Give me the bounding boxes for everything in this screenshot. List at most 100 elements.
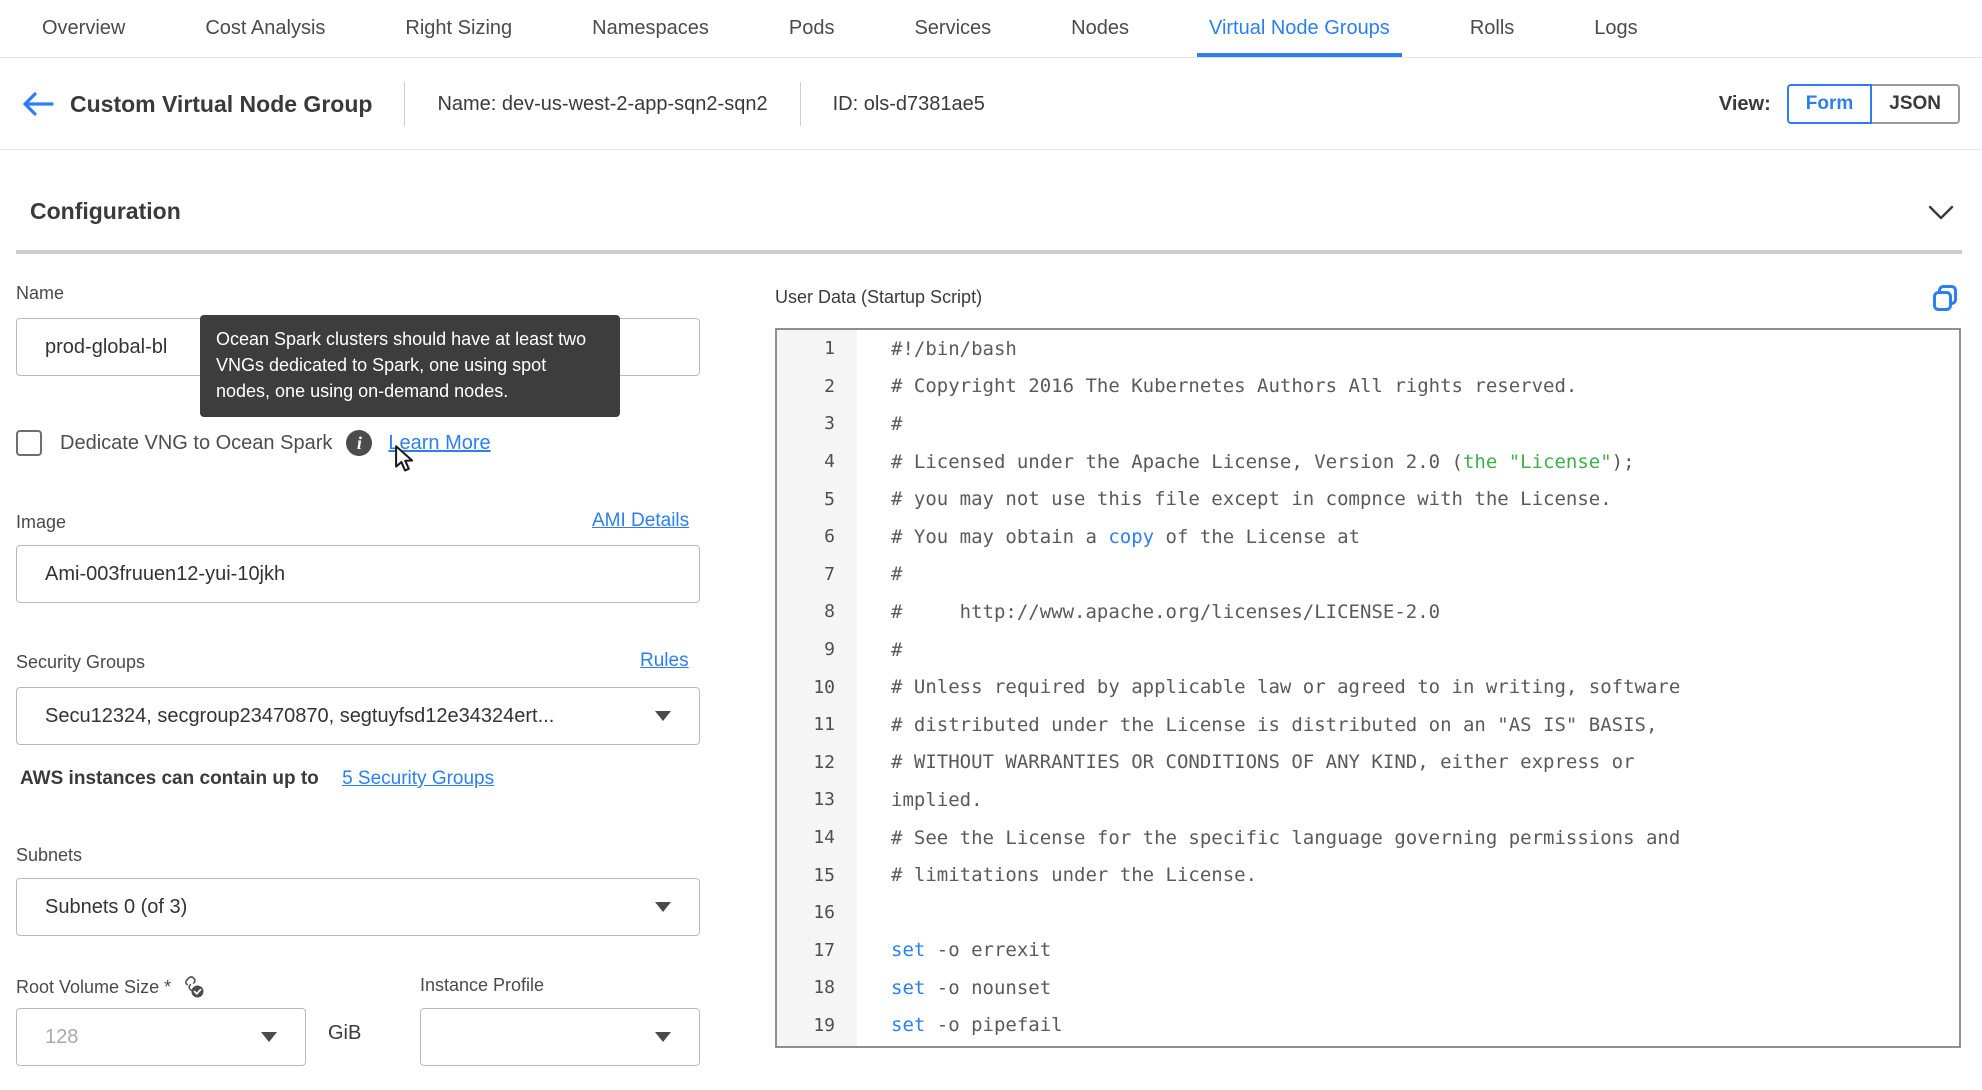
code-text: # Copyright 2016 The Kubernetes Authors … xyxy=(891,375,1578,398)
line-number: 10 xyxy=(777,668,857,706)
code-text: # http://www.apache.org/licenses/LICENSE… xyxy=(891,600,1441,623)
security-groups-label: Security Groups xyxy=(16,652,146,672)
tab-namespaces[interactable]: Namespaces xyxy=(580,0,721,57)
code-line: 9 # xyxy=(777,630,1959,669)
line-number: 9 xyxy=(777,630,857,669)
vng-id: ID: ols-d7381ae5 xyxy=(832,92,985,115)
line-number: 13 xyxy=(777,781,857,819)
view-form-button[interactable]: Form xyxy=(1786,84,1873,124)
line-number: 5 xyxy=(777,480,857,518)
caret-down-icon xyxy=(261,1032,277,1042)
dedicate-vng-checkbox[interactable] xyxy=(16,430,42,456)
tab-bar: Overview Cost Analysis Right Sizing Namespa… xyxy=(0,0,1982,58)
code-text: # distributed under the License is distr… xyxy=(891,713,1658,736)
instance-profile-select[interactable] xyxy=(420,1008,700,1066)
ami-details-link[interactable]: AMI Details xyxy=(592,510,689,532)
info-icon[interactable]: i xyxy=(346,430,373,456)
code-line: 16 xyxy=(777,893,1959,932)
line-number: 16 xyxy=(777,893,857,932)
code-line: 14 # See the License for the specific lan… xyxy=(777,818,1959,857)
name-field-label: Name xyxy=(16,283,65,303)
gib-unit-label: GiB xyxy=(328,1022,362,1044)
dedicate-vng-label: Dedicate VNG to Ocean Spark xyxy=(60,431,333,454)
line-number: 8 xyxy=(777,593,857,631)
image-field-label: Image xyxy=(16,512,67,532)
line-number: 19 xyxy=(777,1006,857,1045)
hint-text: AWS instances can contain up to xyxy=(20,768,319,789)
tab-pods[interactable]: Pods xyxy=(777,0,847,57)
tab-rolls[interactable]: Rolls xyxy=(1458,0,1526,57)
mouse-cursor xyxy=(395,445,414,472)
security-groups-hint: AWS instances can contain up to 5 Securi… xyxy=(20,768,494,790)
view-json-button[interactable]: JSON xyxy=(1870,84,1960,124)
code-text: # Unless required by applicable law or a… xyxy=(891,676,1681,699)
root-volume-size-select[interactable]: 128 xyxy=(16,1008,306,1066)
line-number: 18 xyxy=(777,969,857,1007)
code-lines: 1 #!/bin/bash 2 # Copyright 2016 The Kubern… xyxy=(777,330,1959,1045)
tab-right-sizing[interactable]: Right Sizing xyxy=(393,0,524,57)
five-security-groups-link[interactable]: 5 Security Groups xyxy=(342,768,494,789)
line-number: 12 xyxy=(777,743,857,782)
rules-link[interactable]: Rules xyxy=(640,650,689,672)
virtual-node-group-page: Overview Cost Analysis Right Sizing Namespa… xyxy=(0,0,1982,1090)
code-line: 10 # Unless required by applicable law or… xyxy=(777,668,1959,706)
code-line: 12 # WITHOUT WARRANTIES OR CONDITIONS OF … xyxy=(777,743,1959,782)
security-groups-select[interactable]: Secu12324, secgroup23470870, segtuyfsd12… xyxy=(16,687,700,745)
caret-down-icon xyxy=(655,711,671,721)
view-label: View: xyxy=(1718,92,1771,115)
root-volume-size-placeholder: 128 xyxy=(45,1025,79,1048)
code-text: set -o errexit xyxy=(891,939,1052,962)
code-text: # you may not use this file except in co… xyxy=(891,488,1612,511)
code-line: 8 # http://www.apache.org/licenses/LICENS… xyxy=(777,593,1959,631)
code-line: 15 # limitations under the License. xyxy=(777,856,1959,894)
code-text: # xyxy=(891,563,903,586)
code-text: set -o nounset xyxy=(891,976,1052,999)
page-header: Custom Virtual Node Group Name: dev-us-w… xyxy=(0,59,1982,150)
tab-nodes[interactable]: Nodes xyxy=(1059,0,1141,57)
line-number: 15 xyxy=(777,856,857,894)
back-button[interactable] xyxy=(22,90,56,118)
code-line: 18 set -o nounset xyxy=(777,969,1959,1007)
line-number: 7 xyxy=(777,555,857,594)
security-groups-value: Secu12324, secgroup23470870, segtuyfsd12… xyxy=(45,704,555,727)
code-text: # You may obtain a copy of the License a… xyxy=(891,525,1361,548)
view-toggle-group: View: Form JSON xyxy=(1719,84,1960,124)
image-input[interactable] xyxy=(16,545,700,603)
line-number: 2 xyxy=(777,367,857,406)
code-text: set -o pipefail xyxy=(891,1014,1063,1037)
code-line: 19 set -o pipefail xyxy=(777,1006,1959,1045)
line-number: 17 xyxy=(777,931,857,970)
vng-name: Name: dev-us-west-2-app-sqn2-sqn2 xyxy=(437,92,768,115)
tab-logs[interactable]: Logs xyxy=(1582,0,1649,57)
code-line: 11 # distributed under the License is dis… xyxy=(777,705,1959,744)
section-divider xyxy=(16,250,1962,254)
root-volume-label: Root Volume Size * xyxy=(16,976,172,997)
root-volume-label-row: Root Volume Size * xyxy=(16,975,205,999)
ocean-spark-tooltip: Ocean Spark clusters should have at leas… xyxy=(200,315,620,418)
line-number: 1 xyxy=(777,330,857,368)
configuration-section-title: Configuration xyxy=(30,198,181,224)
tab-cost-analysis[interactable]: Cost Analysis xyxy=(193,0,337,57)
tab-overview[interactable]: Overview xyxy=(30,0,137,57)
code-text: # See the License for the specific langu… xyxy=(891,826,1681,849)
dedicate-vng-row: Dedicate VNG to Ocean Spark i Learn More xyxy=(16,430,491,456)
tab-services[interactable]: Services xyxy=(902,0,1003,57)
instance-profile-label: Instance Profile xyxy=(420,975,545,995)
user-data-label: User Data (Startup Script) xyxy=(775,287,983,307)
divider xyxy=(404,82,406,126)
caret-down-icon xyxy=(655,902,671,912)
subnets-select[interactable]: Subnets 0 (of 3) xyxy=(16,878,700,936)
code-text: # Licensed under the Apache License, Ver… xyxy=(891,450,1635,473)
line-number: 14 xyxy=(777,818,857,857)
code-line: 13 implied. xyxy=(777,781,1959,819)
chevron-down-icon[interactable] xyxy=(1928,205,1954,226)
code-line: 17 set -o errexit xyxy=(777,931,1959,970)
copy-icon[interactable] xyxy=(1930,283,1960,320)
user-data-editor[interactable]: 1 #!/bin/bash 2 # Copyright 2016 The Kubern… xyxy=(775,328,1961,1048)
tab-virtual-node-groups[interactable]: Virtual Node Groups xyxy=(1196,0,1402,57)
code-line: 6 # You may obtain a copy of the License … xyxy=(777,517,1959,556)
code-text: # WITHOUT WARRANTIES OR CONDITIONS OF AN… xyxy=(891,751,1635,774)
code-line: 4 # Licensed under the Apache License, Ve… xyxy=(777,442,1959,481)
code-text: # xyxy=(891,638,903,661)
page-title: Custom Virtual Node Group xyxy=(70,90,373,117)
